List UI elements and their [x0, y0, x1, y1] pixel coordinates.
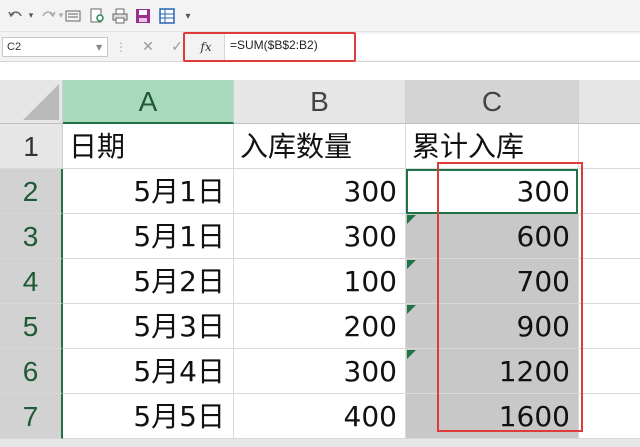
- undo-dropdown-icon[interactable]: ▾: [26, 6, 36, 26]
- cancel-button[interactable]: ✕: [139, 37, 157, 57]
- cell-d3[interactable]: [579, 214, 640, 259]
- chevron-down-icon[interactable]: ▼: [96, 43, 102, 52]
- cell-d4[interactable]: [579, 259, 640, 304]
- formula-highlight-box: [183, 32, 356, 62]
- cell-d7[interactable]: [579, 394, 640, 439]
- column-header-c[interactable]: C: [406, 80, 579, 124]
- error-indicator-icon: [407, 215, 416, 224]
- row-header-5[interactable]: 5: [0, 304, 63, 349]
- cell-a5[interactable]: 5月3日: [63, 304, 234, 349]
- row-header-3[interactable]: 3: [0, 214, 63, 259]
- cell-d5[interactable]: [579, 304, 640, 349]
- redo-icon[interactable]: [38, 6, 58, 26]
- cell-b6[interactable]: 300: [234, 349, 406, 394]
- name-box[interactable]: C2: [2, 37, 108, 57]
- row-header-1[interactable]: 1: [0, 124, 63, 169]
- undo-icon[interactable]: [4, 6, 28, 26]
- cell-b4[interactable]: 100: [234, 259, 406, 304]
- row-8-edge: [0, 439, 640, 447]
- cell-a1[interactable]: 日期: [63, 124, 234, 169]
- error-indicator-icon: [407, 350, 416, 359]
- cell-b2[interactable]: 300: [234, 169, 406, 214]
- cell-a6[interactable]: 5月4日: [63, 349, 234, 394]
- customize-arrow[interactable]: ▾: [180, 6, 196, 26]
- result-highlight-box: [437, 162, 583, 432]
- save-icon[interactable]: [132, 6, 154, 26]
- row-header-6[interactable]: 6: [0, 349, 63, 394]
- grid-icon[interactable]: [156, 6, 178, 26]
- cell-a4[interactable]: 5月2日: [63, 259, 234, 304]
- column-header-d[interactable]: [579, 80, 640, 124]
- print-preview-icon[interactable]: [86, 6, 108, 26]
- cell-d2[interactable]: [579, 169, 640, 214]
- error-indicator-icon: [407, 260, 416, 269]
- print-icon[interactable]: [109, 6, 131, 26]
- cell-b5[interactable]: 200: [234, 304, 406, 349]
- column-header-b[interactable]: B: [234, 80, 406, 124]
- column-header-a[interactable]: A: [63, 80, 234, 124]
- row-header-2[interactable]: 2: [0, 169, 63, 214]
- row-header-4[interactable]: 4: [0, 259, 63, 304]
- select-all-triangle-icon: [23, 84, 59, 120]
- cell-b7[interactable]: 400: [234, 394, 406, 439]
- cell-d1[interactable]: [579, 124, 640, 169]
- row-header-7[interactable]: 7: [0, 394, 63, 439]
- cell-a2[interactable]: 5月1日: [63, 169, 234, 214]
- error-indicator-icon: [407, 305, 416, 314]
- cell-b1[interactable]: 入库数量: [234, 124, 406, 169]
- form-icon[interactable]: [62, 6, 84, 26]
- cell-d6[interactable]: [579, 349, 640, 394]
- cell-b3[interactable]: 300: [234, 214, 406, 259]
- ribbon-gap: [0, 62, 640, 80]
- cell-a7[interactable]: 5月5日: [63, 394, 234, 439]
- cell-a3[interactable]: 5月1日: [63, 214, 234, 259]
- drag-handle-icon[interactable]: ⋮: [115, 38, 127, 56]
